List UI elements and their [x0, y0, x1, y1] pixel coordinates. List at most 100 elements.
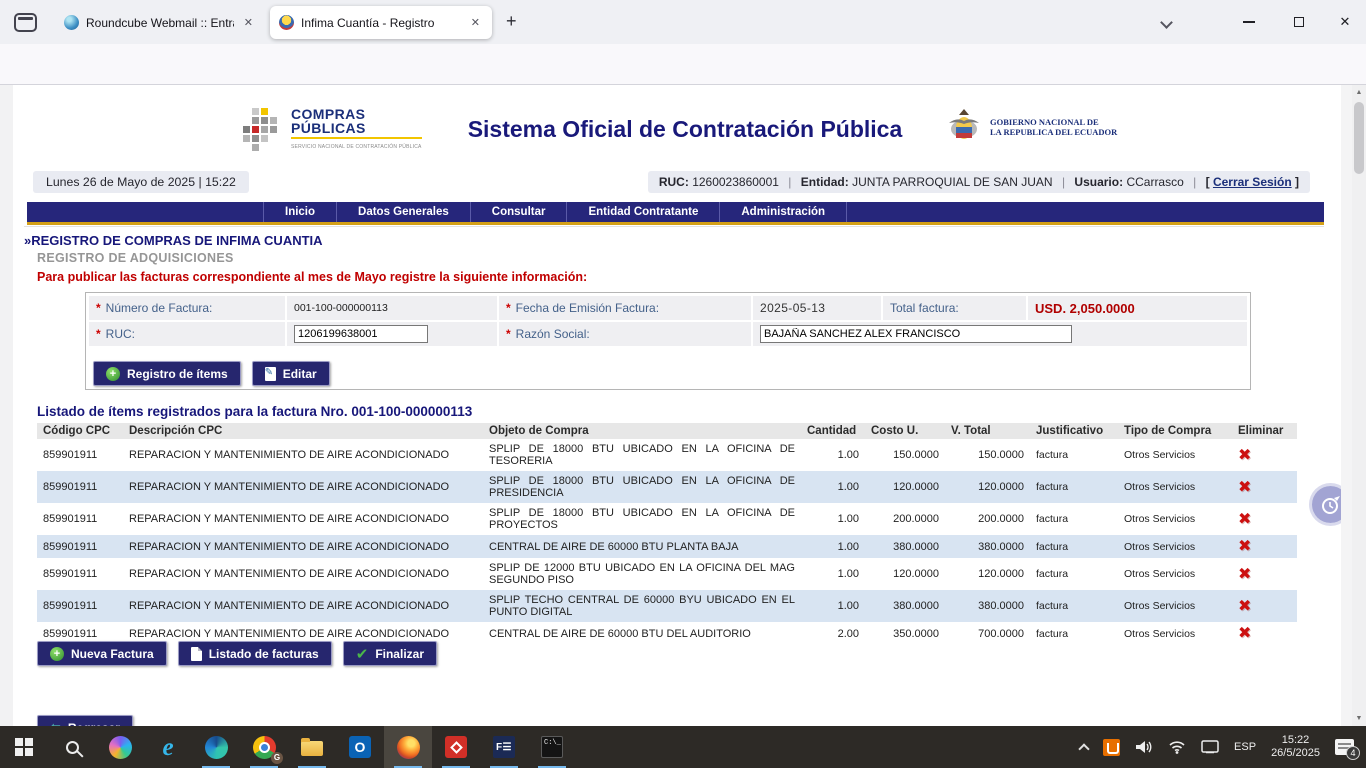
delete-icon[interactable]: ✖	[1238, 477, 1251, 496]
notification-center-icon[interactable]: 4	[1335, 739, 1354, 755]
cell-justificativo: factura	[1030, 622, 1118, 645]
nav-item-inicio[interactable]: Inicio	[263, 202, 337, 222]
nueva-factura-button[interactable]: + Nueva Factura	[37, 641, 167, 666]
taskbar-chrome-button[interactable]: G	[240, 726, 288, 768]
taskbar-search-button[interactable]	[48, 726, 96, 768]
finalizar-button[interactable]: ✔ Finalizar	[343, 641, 437, 666]
cell-cantidad: 1.00	[801, 558, 865, 590]
scrollbar-up-icon[interactable]: ▲	[1352, 85, 1366, 100]
taskbar-copilot-button[interactable]	[96, 726, 144, 768]
volume-icon[interactable]	[1135, 740, 1153, 754]
tab-title: Roundcube Webmail :: Entrada	[86, 16, 234, 30]
taskbar-firefox-button[interactable]	[384, 726, 432, 768]
taskbar-edge-button[interactable]	[192, 726, 240, 768]
cell-objeto: CENTRAL DE AIRE DE 60000 BTU PLANTA BAJA	[483, 535, 801, 558]
plus-icon: +	[50, 647, 64, 661]
check-icon: ✔	[356, 645, 369, 663]
forticlient-icon: F☰	[493, 736, 515, 758]
java-update-icon[interactable]	[1103, 739, 1120, 756]
registro-items-button[interactable]: + Registro de ítems	[93, 361, 241, 386]
section-subtitle: REGISTRO DE ADQUISICIONES	[37, 251, 234, 265]
tab-close-icon[interactable]: ✕	[241, 14, 256, 31]
nav-item-datos-generales[interactable]: Datos Generales	[337, 202, 471, 222]
tab-title: Infima Cuantía - Registro	[301, 16, 461, 30]
delete-icon[interactable]: ✖	[1238, 596, 1251, 615]
nav-item-consultar[interactable]: Consultar	[471, 202, 568, 222]
cell-justificativo: factura	[1030, 503, 1118, 535]
cell-costo-u: 120.0000	[865, 558, 945, 590]
razon-social-input[interactable]	[760, 325, 1072, 343]
new-tab-button[interactable]: +	[506, 11, 517, 32]
tab-roundcube[interactable]: Roundcube Webmail :: Entrada ✕	[55, 6, 265, 39]
scrollbar-down-icon[interactable]: ▼	[1352, 711, 1366, 726]
total-factura-label-cell: Total factura:	[883, 296, 1026, 320]
browser-tab-bar: Roundcube Webmail :: Entrada ✕ Infima Cu…	[0, 0, 1366, 44]
nav-item-entidad-contratante[interactable]: Entidad Contratante	[567, 202, 720, 222]
gov-text-line: GOBIERNO NACIONAL DE	[990, 117, 1099, 127]
fecha-emision-value: 2025-05-13	[760, 301, 825, 315]
cell-codigo: 859901911	[37, 558, 123, 590]
regresar-button[interactable]: ⬅ Regresar	[37, 715, 133, 726]
cell-objeto: CENTRAL DE AIRE DE 60000 BTU DEL AUDITOR…	[483, 622, 801, 645]
fecha-emision-label-cell: * Fecha de Emisión Factura:	[499, 296, 751, 320]
table-row: 859901911 REPARACION Y MANTENIMIENTO DE …	[37, 558, 1297, 590]
logout-link[interactable]: Cerrar Sesión	[1213, 175, 1292, 189]
cell-tipo: Otros Servicios	[1118, 590, 1232, 622]
listado-facturas-button[interactable]: Listado de facturas	[178, 641, 332, 666]
cell-cantidad: 2.00	[801, 622, 865, 645]
cell-descripcion: REPARACION Y MANTENIMIENTO DE AIRE ACOND…	[123, 590, 483, 622]
numero-factura-label: Número de Factura:	[106, 301, 213, 315]
tab-infima-cuantia[interactable]: Infima Cuantía - Registro ✕	[270, 6, 492, 39]
header-codigo-cpc: Código CPC	[37, 423, 123, 439]
taskbar-internet-explorer-button[interactable]: e	[144, 726, 192, 768]
list-tabs-chevron-icon[interactable]	[1160, 16, 1173, 29]
cell-v-total: 120.0000	[945, 558, 1030, 590]
tab-close-icon[interactable]: ✕	[468, 14, 483, 31]
cell-cantidad: 1.00	[801, 439, 865, 471]
taskbar-time: 15:22	[1282, 734, 1310, 746]
cell-cantidad: 1.00	[801, 535, 865, 558]
cast-screen-icon[interactable]	[1201, 740, 1219, 754]
wifi-icon[interactable]	[1168, 740, 1186, 754]
start-button[interactable]	[0, 726, 48, 768]
header-objeto-compra: Objeto de Compra	[483, 423, 801, 439]
cell-descripcion: REPARACION Y MANTENIMIENTO DE AIRE ACOND…	[123, 439, 483, 471]
cell-descripcion: REPARACION Y MANTENIMIENTO DE AIRE ACOND…	[123, 558, 483, 590]
delete-icon[interactable]: ✖	[1238, 536, 1251, 555]
ruc-input[interactable]	[294, 325, 428, 343]
window-close-button[interactable]: ✕	[1328, 10, 1362, 34]
cell-tipo: Otros Servicios	[1118, 503, 1232, 535]
gov-text-line: LA REPUBLICA DEL ECUADOR	[990, 127, 1117, 137]
delete-icon[interactable]: ✖	[1238, 509, 1251, 528]
cell-codigo: 859901911	[37, 439, 123, 471]
delete-icon[interactable]: ✖	[1238, 445, 1251, 464]
firefox-view-icon[interactable]	[14, 13, 37, 32]
usuario-value: CCarrasco	[1126, 175, 1183, 189]
scrollbar-thumb[interactable]	[1354, 102, 1364, 174]
cell-tipo: Otros Servicios	[1118, 535, 1232, 558]
taskbar-acrobat-button[interactable]	[432, 726, 480, 768]
nav-item-administracion[interactable]: Administración	[720, 202, 847, 222]
editar-button[interactable]: Editar	[252, 361, 330, 386]
ruc-value: 1260023860001	[692, 175, 779, 189]
cell-tipo: Otros Servicios	[1118, 622, 1232, 645]
window-restore-button[interactable]	[1282, 10, 1316, 34]
tray-expand-chevron-icon[interactable]	[1078, 743, 1089, 754]
page-scrollbar[interactable]: ▲ ▼	[1352, 85, 1366, 726]
cell-justificativo: factura	[1030, 535, 1118, 558]
language-indicator[interactable]: ESP	[1234, 741, 1256, 753]
ruc-label-cell: * RUC:	[89, 322, 285, 346]
plus-icon: +	[106, 367, 120, 381]
ruc-label: RUC:	[106, 327, 135, 341]
delete-icon[interactable]: ✖	[1238, 623, 1251, 642]
delete-icon[interactable]: ✖	[1238, 564, 1251, 583]
taskbar-terminal-button[interactable]: C:\_	[528, 726, 576, 768]
cell-codigo: 859901911	[37, 535, 123, 558]
window-minimize-button[interactable]	[1232, 10, 1266, 34]
taskbar-file-explorer-button[interactable]	[288, 726, 336, 768]
taskbar-clock[interactable]: 15:22 26/5/2025	[1271, 734, 1320, 760]
taskbar-forticlient-button[interactable]: F☰	[480, 726, 528, 768]
taskbar-outlook-button[interactable]: O	[336, 726, 384, 768]
page-right-margin	[1341, 85, 1352, 726]
cell-v-total: 120.0000	[945, 471, 1030, 503]
